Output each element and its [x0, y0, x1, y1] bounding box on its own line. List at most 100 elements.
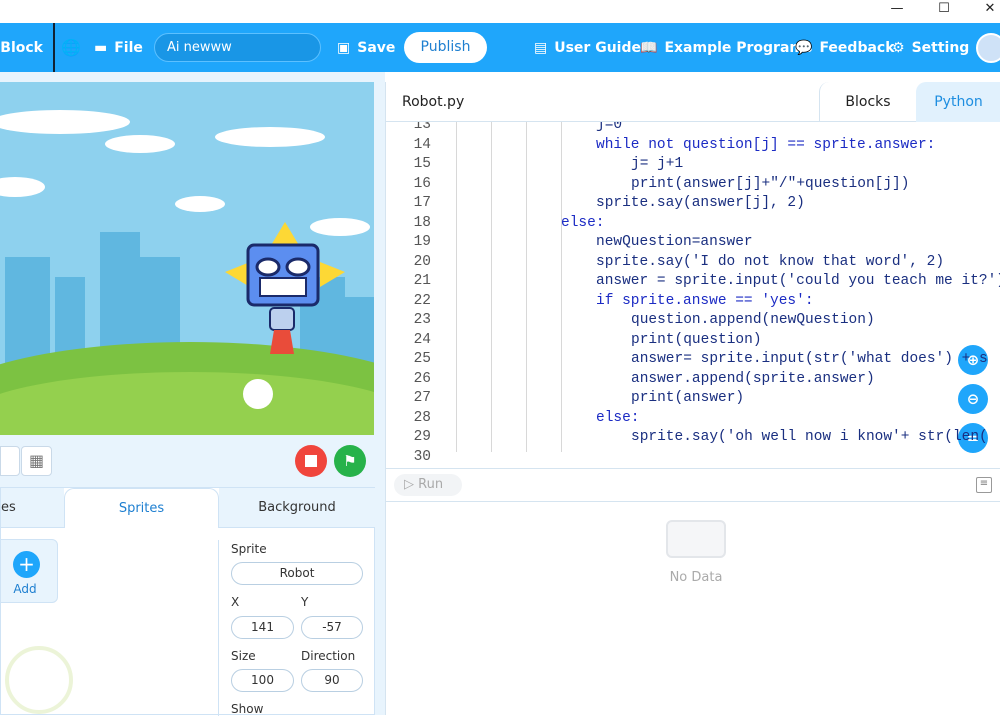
console-toggle-button[interactable]: ≡	[976, 477, 992, 493]
indent-guide	[456, 122, 457, 452]
stage-scene	[0, 82, 374, 435]
app-logo[interactable]: mBlock	[0, 23, 55, 72]
file-name: Robot.py	[402, 94, 465, 110]
sprite-label: Sprite	[231, 542, 267, 556]
indent-guide	[491, 122, 492, 452]
code-line: answer = sprite.input('could you teach m…	[596, 273, 1000, 289]
line-number: 22	[413, 292, 431, 309]
list-icon: ≡	[979, 478, 989, 489]
size-input[interactable]: 100	[231, 669, 294, 692]
x-label: X	[231, 595, 240, 609]
tab-devices[interactable]: es	[1, 488, 64, 528]
publish-button[interactable]: Publish	[404, 32, 487, 63]
avatar[interactable]	[976, 33, 1000, 63]
green-flag-button[interactable]: ⚑	[334, 445, 366, 477]
document-icon: ▤	[534, 39, 548, 56]
minimize-button[interactable]: —	[874, 0, 920, 23]
chat-icon: 💬	[795, 39, 813, 56]
line-number: 15	[413, 156, 431, 172]
user-guide-button[interactable]: ▤ User Guide	[534, 23, 641, 72]
maximize-button[interactable]: ☐	[921, 0, 967, 23]
project-name-input[interactable]: Ai newww	[154, 33, 321, 62]
code-line: j= j+1	[631, 156, 684, 172]
sprite-panel: es Sprites Background + Add Sprite Robot…	[0, 487, 375, 716]
no-data-label: No Data	[669, 570, 723, 585]
indent-guide	[526, 122, 527, 452]
code-line: j=0	[596, 122, 623, 133]
code-line: sprite.say(answer[j], 2)	[596, 195, 805, 211]
direction-label: Direction	[301, 649, 356, 663]
tab-python[interactable]: Python	[916, 82, 1000, 122]
line-number: 13	[413, 122, 431, 133]
flag-icon: ⚑	[343, 452, 357, 470]
file-label: File	[114, 39, 143, 56]
sprite-name-input[interactable]: Robot	[231, 562, 363, 585]
save-label: Save	[357, 39, 396, 56]
plus-icon: +	[13, 551, 40, 578]
add-sprite-button[interactable]: + Add	[0, 539, 58, 603]
save-button[interactable]: ▣ Save	[337, 23, 395, 72]
file-menu[interactable]: ▬ File	[94, 23, 143, 72]
tab-blocks[interactable]: Blocks	[819, 82, 916, 122]
watermark-logo	[5, 646, 73, 714]
line-number: 23	[413, 312, 431, 328]
code-line: if sprite.answe == 'yes':	[596, 292, 814, 309]
grid-view-button[interactable]: ▦	[21, 446, 52, 476]
user-guide-label: User Guide	[554, 39, 641, 56]
line-number: 30	[413, 448, 431, 465]
run-button[interactable]: ▷ Run	[394, 474, 462, 496]
line-number: 19	[413, 234, 431, 250]
example-programs-button[interactable]: 📖 Example Programs	[640, 23, 812, 72]
line-number: 26	[413, 370, 431, 387]
line-number: 27	[413, 390, 431, 406]
line-number: 24	[413, 331, 431, 348]
y-input[interactable]: -57	[301, 616, 363, 639]
gear-icon: ⚙	[892, 39, 905, 56]
top-menu-bar: mBlock 🌐 ▬ File Ai newww ▣ Save Publish ▤ U…	[0, 23, 1000, 72]
code-line: print(question)	[631, 331, 762, 348]
tab-background[interactable]: Background	[219, 488, 375, 528]
code-line: else:	[596, 409, 640, 426]
line-number: 18	[413, 214, 431, 231]
folder-icon: ▬	[94, 39, 108, 56]
play-icon: ▷	[404, 477, 414, 492]
close-button[interactable]: ✕	[967, 0, 1000, 23]
zoom-out-icon: ⊖	[966, 390, 980, 408]
line-number: 21	[413, 273, 431, 289]
line-number: 16	[413, 175, 431, 192]
x-input[interactable]: 141	[231, 616, 294, 639]
line-number: 29	[413, 429, 431, 445]
tab-sprites[interactable]: Sprites	[64, 488, 219, 528]
empty-inbox-icon	[666, 520, 726, 558]
indent-guide	[561, 122, 562, 452]
show-label: Show	[231, 702, 264, 716]
save-icon: ▣	[337, 39, 351, 56]
feedback-button[interactable]: 💬 Feedback	[795, 23, 895, 72]
code-line: sprite.say('I do not know that word', 2)	[596, 253, 945, 270]
book-icon: 📖	[640, 39, 658, 56]
line-number: 14	[413, 136, 431, 153]
language-button[interactable]: 🌐	[61, 23, 81, 72]
stage-canvas[interactable]	[0, 82, 374, 435]
code-area[interactable]: 13 j=0 14 while not question[j] == sprite.a…	[386, 122, 1000, 468]
code-line: print(answer)	[631, 390, 745, 406]
setting-label: Setting	[911, 39, 970, 56]
zoom-out-button[interactable]: ⊖	[958, 384, 988, 414]
direction-input[interactable]: 90	[301, 669, 363, 692]
line-number: 25	[413, 351, 431, 367]
setting-button[interactable]: ⚙ Setting	[892, 23, 969, 72]
code-line: while not question[j] == sprite.answer:	[596, 136, 936, 153]
code-editor-panel: Robot.py Blocks Python 13 j=0 14 while not …	[385, 82, 1000, 715]
small-stage-button[interactable]	[0, 446, 20, 476]
stop-button[interactable]	[295, 445, 327, 477]
editor-header: Robot.py Blocks Python	[386, 82, 1000, 122]
panel-divider	[218, 540, 219, 716]
line-number: 20	[413, 253, 431, 270]
code-line: question.append(newQuestion)	[631, 312, 875, 328]
run-bar: ▷ Run ≡	[386, 468, 1000, 502]
run-label: Run	[418, 477, 444, 492]
code-line: print(answer[j]+"/"+question[j])	[631, 175, 910, 192]
add-label: Add	[13, 582, 37, 596]
examples-label: Example Programs	[664, 39, 813, 56]
code-line: answer= sprite.input(str('what does') + …	[631, 351, 988, 367]
